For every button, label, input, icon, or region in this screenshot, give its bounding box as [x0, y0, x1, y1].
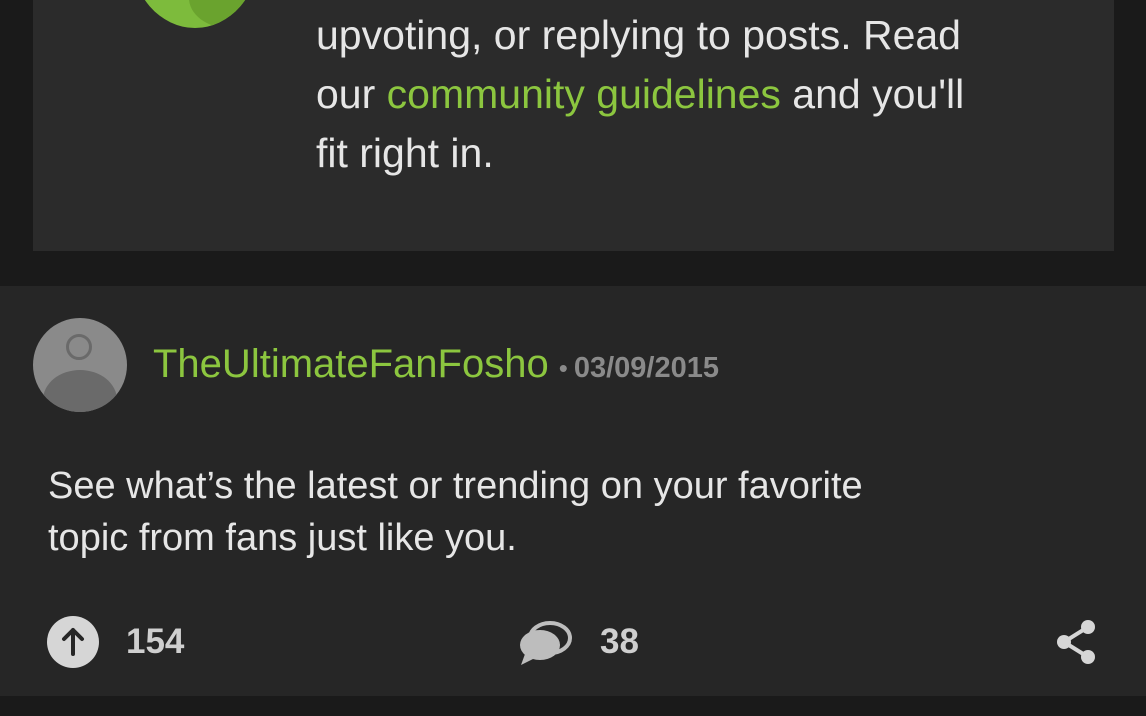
speech-bubble-icon: [520, 621, 572, 665]
post-header: TheUltimateFanFosho • 03/09/2015: [153, 342, 719, 392]
separator-dot: •: [558, 353, 568, 383]
post-body-line-1: See what’s the latest or trending on you…: [48, 465, 863, 507]
welcome-line-2-suffix: and you'll: [780, 71, 965, 117]
username-link[interactable]: TheUltimateFanFosho: [153, 342, 549, 387]
upvote-count: 154: [126, 622, 185, 661]
post-actions: 154 38: [0, 614, 1146, 670]
comment-button[interactable]: [517, 620, 573, 668]
welcome-line-2: our community guidelines and you'll: [316, 65, 1076, 124]
green-circle-badge-icon: [131, 0, 259, 28]
welcome-line-3: fit right in.: [316, 130, 494, 176]
share-button[interactable]: [1052, 617, 1100, 667]
welcome-line-1: upvoting, or replying to posts. Read: [316, 12, 961, 58]
post-body: See what’s the latest or trending on you…: [48, 460, 1108, 564]
welcome-line-2-prefix: our: [316, 71, 387, 117]
arrow-up-icon: [62, 628, 84, 656]
avatar-body: [43, 370, 117, 412]
welcome-message: upvoting, or replying to posts. Read our…: [316, 6, 1076, 183]
post-card: TheUltimateFanFosho • 03/09/2015 See wha…: [0, 286, 1146, 696]
bottom-divider: [0, 696, 1146, 716]
comment-count: 38: [600, 622, 639, 661]
upvote-button[interactable]: [47, 616, 99, 668]
post-body-line-2: topic from fans just like you.: [48, 517, 517, 559]
avatar-head: [66, 334, 92, 360]
community-guidelines-link[interactable]: community guidelines: [387, 71, 781, 117]
welcome-card: upvoting, or replying to posts. Read our…: [33, 0, 1114, 251]
section-divider: [0, 251, 1146, 286]
share-icon: [1057, 620, 1095, 664]
user-avatar-icon[interactable]: [33, 318, 127, 412]
post-date: 03/09/2015: [573, 352, 719, 384]
